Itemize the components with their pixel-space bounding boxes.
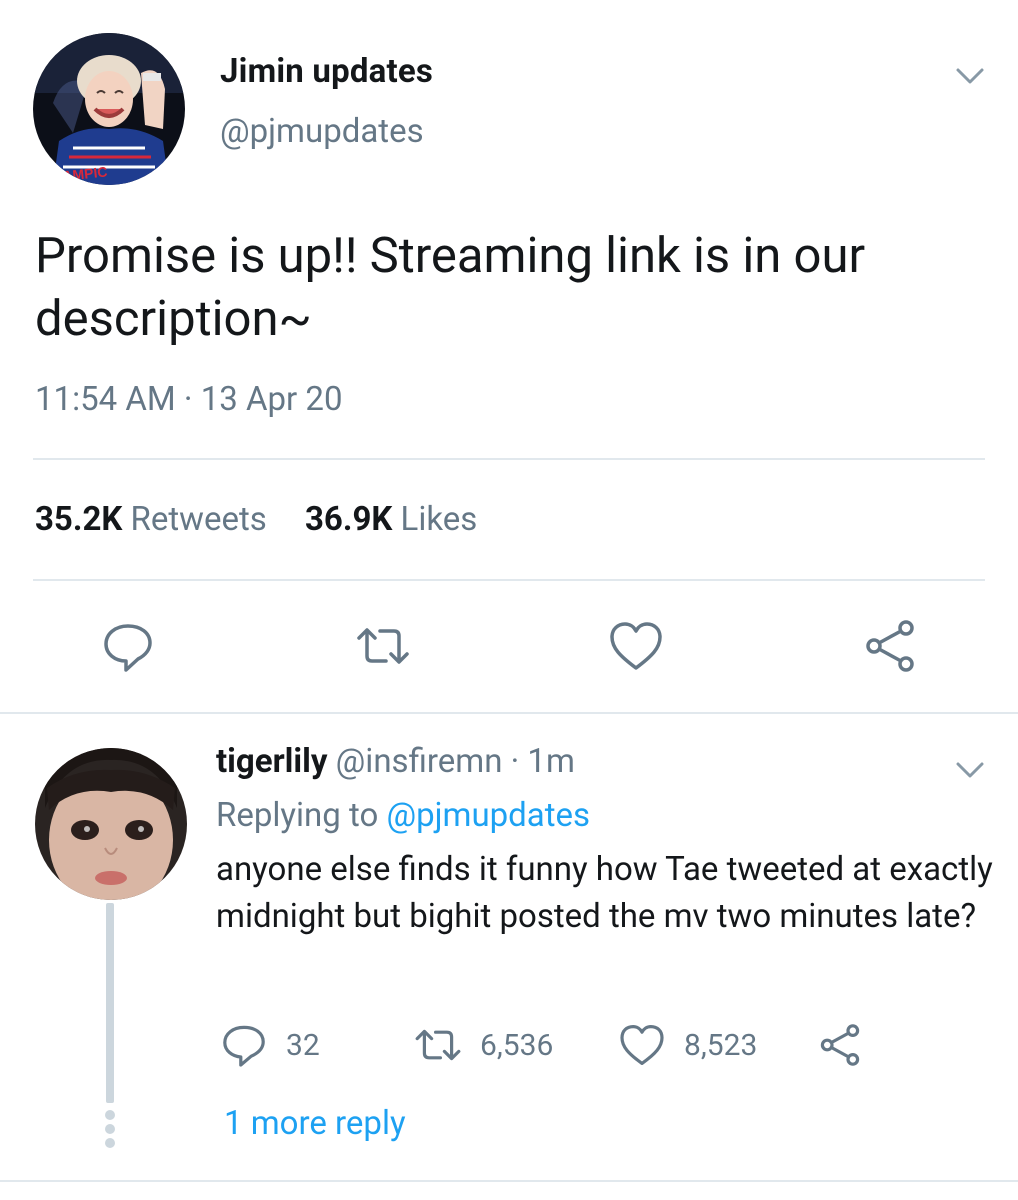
reply-action[interactable]: 32 [220,1020,320,1070]
like-count: 8,523 [684,1027,758,1063]
share-icon [820,1024,860,1066]
reply-count: 32 [286,1027,320,1063]
retweet-action[interactable]: 6,536 [414,1020,553,1070]
divider [33,458,985,460]
reply-handle-time[interactable]: @insfiremn · 1m [336,742,575,781]
main-avatar-image: AMPIC [33,33,185,185]
like-icon[interactable] [606,616,666,676]
reply-tweet-text: anyone else finds it funny how Tae tweet… [216,850,993,936]
share-action[interactable] [816,1020,882,1070]
reply-avatar[interactable] [35,748,187,900]
share-icon[interactable] [860,616,920,676]
main-timestamp[interactable]: 11:54 AM · 13 Apr 20 [35,380,343,419]
main-display-name[interactable]: Jimin updates [220,52,433,91]
replying-to-label: Replying to [216,796,379,835]
reply-icon [223,1025,265,1067]
chevron-down-icon[interactable] [952,752,988,788]
retweet-icon[interactable] [353,616,413,676]
reply-icon[interactable] [98,616,158,676]
more-replies-link[interactable]: 1 more reply [224,1104,406,1143]
thread-line [106,903,114,1103]
retweets-stat[interactable]: 35.2K Retweets [35,500,267,539]
main-handle[interactable]: @pjmupdates [220,112,424,151]
retweet-icon [415,1029,461,1061]
reply-header: tigerlily @insfiremn · 1m [216,742,575,781]
reply-display-name[interactable]: tigerlily [216,742,327,781]
likes-count: 36.9K [305,500,393,539]
like-icon [620,1025,664,1065]
replying-to: Replying to @pjmupdates [216,796,590,835]
chevron-down-icon[interactable] [952,58,988,94]
retweets-label: Retweets [130,500,267,539]
like-action[interactable]: 8,523 [618,1020,757,1070]
retweets-count: 35.2K [35,500,123,539]
thread-dot [105,1124,115,1134]
replying-to-handle[interactable]: @pjmupdates [386,796,590,835]
reply-avatar-image [35,748,187,900]
likes-stat[interactable]: 36.9K Likes [305,500,477,539]
thread-dot [105,1138,115,1148]
main-avatar[interactable]: AMPIC [33,33,185,185]
main-tweet-text: Promise is up!! Streaming link is in our… [35,227,866,347]
divider [33,579,985,581]
likes-label: Likes [400,500,478,539]
tweet-stats: 35.2K Retweets 36.9K Likes [35,500,507,539]
divider [0,712,1018,714]
thread-dot [105,1110,115,1120]
retweet-count: 6,536 [480,1027,554,1063]
divider [0,1180,1018,1182]
